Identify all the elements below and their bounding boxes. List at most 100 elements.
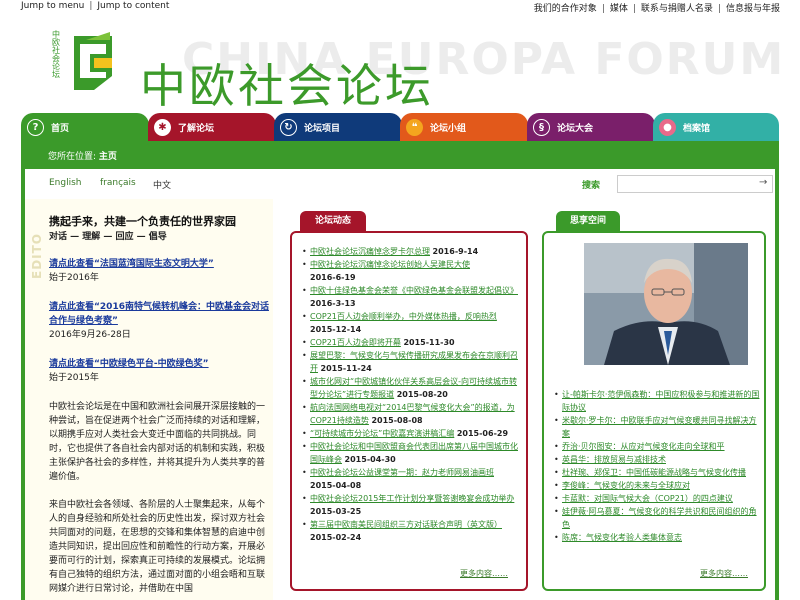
edito-content: 请点此查看“法国蓝湾国际生态文明大学” 始于2016年 请点此查看“2016南特…: [49, 257, 269, 600]
news-date: 2015-11-30: [403, 338, 455, 347]
utility-links: 我们的合作对象 | 媒体 | 联系与捐赠人名录 | 信息报与年报: [533, 4, 780, 14]
news-date: 2015-03-25: [310, 507, 362, 516]
breadcrumb: 您所在位置: 主页: [21, 141, 779, 169]
skip-links: Jump to menu | Jump to content: [21, 1, 170, 11]
list-item: 乔治·贝尔图安：从应对气候变化走向全球和平: [554, 440, 760, 453]
breadcrumb-prefix: 您所在位置:: [48, 152, 97, 162]
tab-home-label: 首页: [51, 123, 70, 134]
list-item: 展望巴黎：气候变化与气候传播研究成果发布会在京顺利召开 2015-11-24: [302, 349, 518, 375]
tab-archives-label: 档案馆: [683, 123, 711, 134]
thinkers-heading: 思享空间: [556, 211, 620, 231]
news-link[interactable]: 中欧社会论坛沉痛悼念论坛创始人吴建民大使: [310, 260, 470, 269]
vertical-logo-text: 中欧社会论坛: [51, 30, 61, 78]
news-date: 2016-9-14: [432, 247, 479, 256]
jump-to-content-link[interactable]: Jump to content: [97, 1, 169, 11]
tab-archives[interactable]: ● 档案馆: [653, 113, 779, 141]
edito-paragraph: 中欧社会论坛是在中国和欧洲社会间展开深层接触的一种尝试，旨在促进两个社会广泛而持…: [49, 402, 266, 482]
news-date: 2015-06-29: [456, 429, 509, 438]
thinker-link[interactable]: 米歇尔·罗卡尔：中欧联手应对气候变暖共同寻找解决方案: [562, 416, 757, 438]
news-list: 中欧社会论坛沉痛悼念罗卡尔总理 2016-9-14 中欧社会论坛沉痛悼念论坛创始…: [302, 245, 518, 544]
thinker-link[interactable]: 陈席：气候变化考验人类集体意志: [562, 533, 682, 542]
tab-home[interactable]: ? 首页: [21, 113, 149, 141]
news-link[interactable]: 中欧社会论坛公益课堂第一期：赵力老师网易油画班: [310, 468, 494, 477]
tab-projects[interactable]: ↻ 论坛项目: [274, 113, 402, 141]
thinkers-more-link[interactable]: 更多内容……: [700, 568, 748, 579]
help-icon: ?: [27, 118, 44, 136]
list-item: 中欧社会论坛和中国欧盟商会代表团出席第八届中国城市化国际峰会 2015-04-3…: [302, 440, 518, 466]
edito-link-nantes-summit[interactable]: 请点此查看“2016南特气候转机峰会：中欧基金会对话合作与绿色考察”: [49, 300, 269, 328]
news-link[interactable]: 中欧社会论坛和中国欧盟商会代表团出席第八届中国城市化国际峰会: [310, 442, 518, 464]
partners-link[interactable]: 我们的合作对象: [534, 4, 597, 14]
top-links-bar: Jump to menu | Jump to content 我们的合作对象 | 媒体 |…: [0, 0, 800, 14]
newsletter-reports-link[interactable]: 信息报与年报: [726, 4, 780, 14]
thinker-link[interactable]: 让-帕斯卡尔·范伊佩森勒：中国应积极参与和推进新的国际协议: [562, 390, 759, 412]
edito-link-bay-university[interactable]: 请点此查看“法国蓝湾国际生态文明大学”: [49, 257, 269, 271]
list-item: 中欧社会论坛沉痛悼念论坛创始人吴建民大使 2016-6-19: [302, 258, 518, 284]
tab-conference[interactable]: § 论坛大会: [527, 113, 655, 141]
news-more-link[interactable]: 更多内容……: [460, 568, 508, 579]
media-link[interactable]: 媒体: [610, 4, 628, 14]
edito-paragraph: 来自中欧社会各领域、各阶层的人士聚集起来，从每个人的自身经验和所处社会的历史性出…: [49, 500, 266, 594]
news-link[interactable]: COP21百人边会即将开幕: [310, 338, 401, 347]
language-search-bar: English français 中文 搜索 →: [21, 169, 779, 199]
edito-column: EDITO 携起手来，共建一个负责任的世界家园 对话 — 理解 — 回应 — 倡…: [21, 199, 273, 600]
news-link[interactable]: 中欧十佳绿色基金会荣誉《中欧绿色基金会联盟发起倡议》: [310, 286, 518, 295]
news-box: 中欧社会论坛沉痛悼念罗卡尔总理 2016-9-14 中欧社会论坛沉痛悼念论坛创始…: [290, 231, 528, 591]
tab-about-label: 了解论坛: [178, 123, 215, 134]
list-item: 娃伊薇·阿乌慕夏：气候变化的科学共识和民间组织的角色: [554, 505, 760, 531]
thinkers-column: 思享空间 让-帕斯卡尔·范伊佩森勒：中国应积极参与和推进新的国际协议 米歇尔·罗…: [534, 199, 779, 600]
news-link[interactable]: COP21百人边会顺利举办，中外媒体热播，反响热烈: [310, 312, 497, 321]
news-date: 2015-04-30: [344, 455, 396, 464]
cycle-icon: ↻: [280, 118, 297, 136]
edito-link-green-platform[interactable]: 请点此查看“中欧绿色平台-中欧绿色奖”: [49, 357, 269, 371]
tab-groups[interactable]: ❝ 论坛小组: [400, 113, 528, 141]
thinker-link[interactable]: 英昌华：排放贸易与减排技术: [562, 455, 666, 464]
list-item: COP21百人边会顺利举办，中外媒体热播，反响热烈 2015-12-14: [302, 310, 518, 336]
portrait-photo[interactable]: [584, 243, 748, 365]
list-item: 中欧社会论坛公益课堂第一期：赵力老师网易油画班 2015-04-08: [302, 466, 518, 492]
site-title[interactable]: 中欧社会论坛: [140, 50, 434, 116]
tab-about[interactable]: ✱ 了解论坛: [148, 113, 276, 141]
thinker-link[interactable]: 乔治·贝尔图安：从应对气候变化走向全球和平: [562, 442, 725, 451]
news-heading: 论坛动态: [300, 211, 366, 231]
news-date: 2016-6-19: [310, 273, 356, 282]
thinker-link[interactable]: 卡蓝默：对国际气候大会（COP21）的四点建议: [562, 494, 733, 503]
edito-link-date: 2016年9月26-28日: [49, 330, 131, 340]
list-item: “可持续城市分论坛”中欧嘉宾演讲稿汇编 2015-06-29: [302, 427, 518, 440]
thinker-link[interactable]: 娃伊薇·阿乌慕夏：气候变化的科学共识和民间组织的角色: [562, 507, 757, 529]
lang-french-link[interactable]: français: [100, 178, 136, 188]
edito-subtitle: 对话 — 理解 — 回应 — 倡导: [49, 232, 167, 242]
thinker-link[interactable]: 杜祥琬、郑保卫：中国低碳能源战略与气候变化传播: [562, 468, 746, 477]
tab-groups-label: 论坛小组: [430, 123, 467, 134]
asterisk-icon: ✱: [154, 118, 171, 136]
edito-link-date: 始于2015年: [49, 373, 99, 383]
list-item: 城市化网对“中欧城镇化伙伴关系高层会议-向可持续城市转型分论坛”进行专题报道 2…: [302, 375, 518, 401]
right-border: [775, 169, 779, 600]
news-date: 2015-08-08: [371, 416, 423, 425]
lang-english-link[interactable]: English: [49, 178, 82, 188]
news-link[interactable]: 第三届中欧南美民间组织三方对话联合声明（英文版）: [310, 520, 502, 529]
list-item: 中欧社会论坛2015年工作计划分享暨答谢晚宴会成功举办 2015-03-25: [302, 492, 518, 518]
contact-donors-link[interactable]: 联系与捐赠人名录: [641, 4, 713, 14]
news-date: 2015-02-24: [310, 533, 362, 542]
search-arrow-icon[interactable]: →: [759, 177, 767, 188]
forum-logo-icon[interactable]: [66, 30, 118, 96]
site-header: 中欧社会论坛 CHINA EUROPA FORUM 中欧社会论坛: [0, 14, 800, 113]
list-item: COP21百人边会即将开幕 2015-11-30: [302, 336, 518, 349]
list-item: 杜祥琬、郑保卫：中国低碳能源战略与气候变化传播: [554, 466, 760, 479]
news-date: 2015-11-24: [320, 364, 372, 373]
list-item: 李俊峰：气候变化的未来与全球应对: [554, 479, 760, 492]
thinker-link[interactable]: 李俊峰：气候变化的未来与全球应对: [562, 481, 690, 490]
list-item: 陈席：气候变化考验人类集体意志: [554, 531, 760, 544]
news-link[interactable]: 中欧社会论坛2015年工作计划分享暨答谢晚宴会成功举办: [310, 494, 514, 503]
search-input[interactable]: [617, 175, 773, 193]
archive-icon: ●: [659, 118, 676, 136]
news-column: 论坛动态 中欧社会论坛沉痛悼念罗卡尔总理 2016-9-14 中欧社会论坛沉痛悼…: [284, 199, 530, 600]
news-link[interactable]: 中欧社会论坛沉痛悼念罗卡尔总理: [310, 247, 430, 256]
news-link[interactable]: “可持续城市分论坛”中欧嘉宾演讲稿汇编: [310, 429, 454, 438]
edito-link-date: 始于2016年: [49, 273, 99, 283]
list-item: 让-帕斯卡尔·范伊佩森勒：中国应积极参与和推进新的国际协议: [554, 388, 760, 414]
jump-to-menu-link[interactable]: Jump to menu: [21, 1, 84, 11]
news-date: 2015-12-14: [310, 325, 362, 334]
tab-conference-label: 论坛大会: [557, 123, 594, 134]
